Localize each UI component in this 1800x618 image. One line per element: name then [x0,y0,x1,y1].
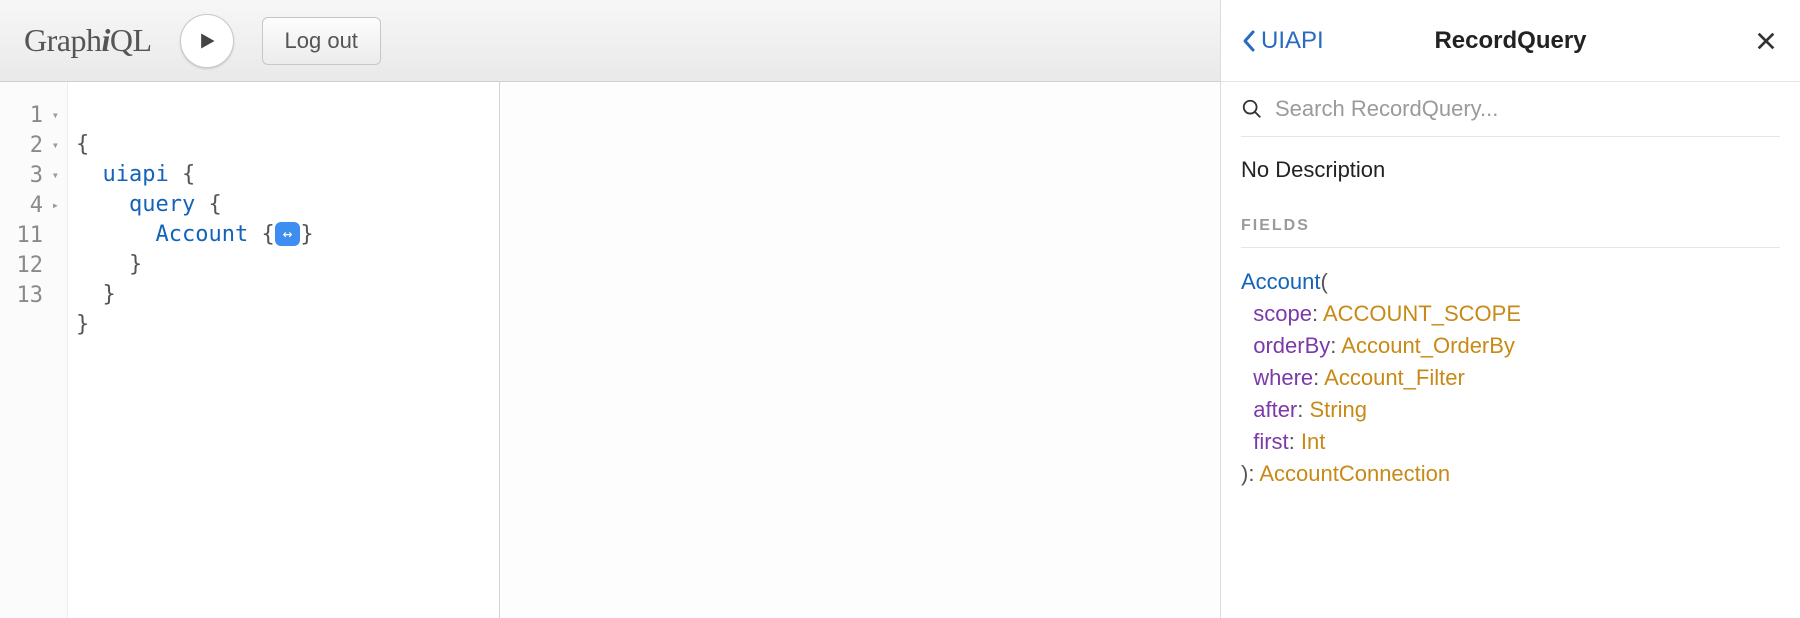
docs-back-label: UIAPI [1261,27,1324,55]
play-icon [197,30,217,52]
chevron-left-icon [1241,29,1257,53]
gutter-line: 3▾ [12,160,59,190]
logout-button[interactable]: Log out [262,17,381,65]
gutter-line: 11 [12,220,59,250]
search-icon [1241,98,1263,120]
field-arg: first [1253,429,1288,454]
docs-description: No Description [1241,137,1780,203]
docs-field-signature: Account( scope: ACCOUNT_SCOPE orderBy: A… [1241,248,1780,490]
docs-section-fields: FIELDS [1241,203,1780,248]
type-link[interactable]: ACCOUNT_SCOPE [1323,301,1521,326]
editor-code[interactable]: { uiapi { query { Account {↔} } } } [68,82,326,618]
field-name[interactable]: Account [1241,269,1321,294]
gutter-line: 12 [12,250,59,280]
run-query-button[interactable] [180,14,234,68]
editor-gutter: 1▾2▾3▾4▸111213 [0,82,68,618]
docs-close-button[interactable] [1752,27,1780,55]
gutter-line: 4▸ [12,190,59,220]
docs-search-input[interactable] [1275,96,1780,122]
gutter-line: 13 [12,280,59,310]
app-logo: GraphiQL [24,22,152,59]
code-fold-toggle[interactable]: ↔ [275,222,301,246]
field-arg: orderBy [1253,333,1330,358]
type-link[interactable]: String [1310,397,1367,422]
field-arg: where [1253,365,1313,390]
field-arg: scope [1253,301,1312,326]
gutter-line: 2▾ [12,130,59,160]
type-link[interactable]: Int [1301,429,1325,454]
field-arg: after [1253,397,1297,422]
gutter-line: 1▾ [12,100,59,130]
type-link[interactable]: Account_OrderBy [1341,333,1515,358]
type-link[interactable]: Account_Filter [1324,365,1465,390]
type-link[interactable]: AccountConnection [1259,461,1450,486]
query-editor[interactable]: 1▾2▾3▾4▸111213 { uiapi { query { Account… [0,82,500,618]
close-icon [1755,30,1777,52]
docs-back-button[interactable]: UIAPI [1241,27,1324,55]
